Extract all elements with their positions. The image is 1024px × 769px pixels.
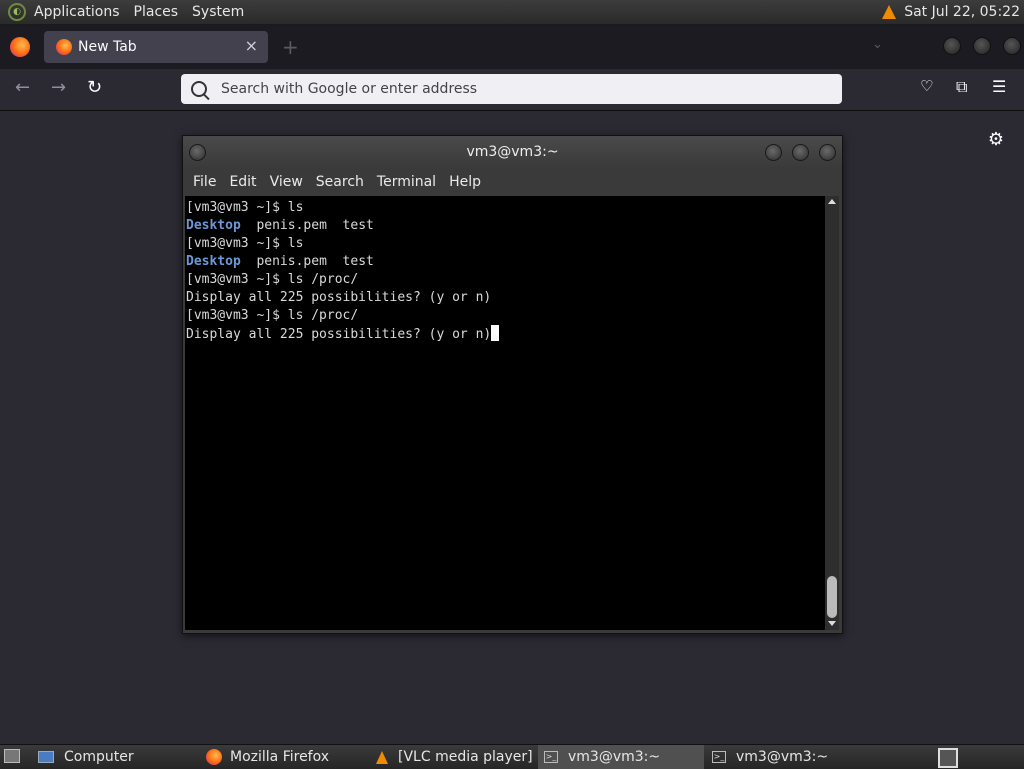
terminal-window[interactable]: vm3@vm3:~ File Edit View Search Terminal… xyxy=(182,135,843,634)
menu-edit[interactable]: Edit xyxy=(229,174,256,190)
vlc-icon xyxy=(376,750,388,764)
menu-search[interactable]: Search xyxy=(316,174,364,190)
menu-file[interactable]: File xyxy=(193,174,216,190)
terminal-line: penis.pem test xyxy=(240,254,374,269)
directory-name: Desktop xyxy=(186,218,241,233)
window-minimize-button[interactable] xyxy=(943,37,961,55)
taskbar-item-terminal-active[interactable]: >_ vm3@vm3:~ xyxy=(538,745,704,769)
taskbar-item-firefox[interactable]: Mozilla Firefox xyxy=(206,745,366,769)
terminal-title: vm3@vm3:~ xyxy=(466,144,559,160)
gear-icon[interactable]: ⚙ xyxy=(988,129,1004,150)
terminal-minimize-button[interactable] xyxy=(765,144,782,161)
search-icon xyxy=(191,81,207,97)
new-tab-button[interactable]: + xyxy=(282,35,299,59)
window-maximize-button[interactable] xyxy=(973,37,991,55)
top-panel: ◐ Applications Places System Sat Jul 22,… xyxy=(0,0,1024,25)
tab-new-tab[interactable]: New Tab × xyxy=(44,31,268,63)
taskbar-item-label: Mozilla Firefox xyxy=(230,749,330,765)
taskbar: Computer Mozilla Firefox [VLC media play… xyxy=(0,744,1024,769)
tab-close-icon[interactable]: × xyxy=(245,36,258,55)
scroll-up-arrow-icon[interactable] xyxy=(828,199,836,204)
terminal-maximize-button[interactable] xyxy=(792,144,809,161)
clock[interactable]: Sat Jul 22, 05:22 xyxy=(904,4,1020,20)
window-close-button[interactable] xyxy=(1003,37,1021,55)
firefox-view-icon[interactable] xyxy=(10,37,30,57)
terminal-line: Display all 225 possibilities? (y or n) xyxy=(186,327,492,342)
terminal-line: [vm3@vm3 ~]$ ls /proc/ xyxy=(186,308,359,323)
terminal-close-button[interactable] xyxy=(819,144,836,161)
browser-navbar: ← → ↻ ♡ ⧉ ☰ xyxy=(0,69,1024,111)
vlc-tray-icon[interactable] xyxy=(882,5,897,19)
scroll-down-arrow-icon[interactable] xyxy=(828,621,836,626)
computer-icon xyxy=(38,751,54,763)
terminal-line: [vm3@vm3 ~]$ ls xyxy=(186,200,304,215)
firefox-icon xyxy=(206,749,222,765)
hamburger-menu-icon[interactable]: ☰ xyxy=(992,77,1006,96)
directory-name: Desktop xyxy=(186,254,241,269)
terminal-line: Display all 225 possibilities? (y or n) xyxy=(186,290,492,305)
taskbar-item-vlc[interactable]: [VLC media player] xyxy=(376,745,536,769)
top-right-tray: Sat Jul 22, 05:22 xyxy=(882,0,1020,24)
menu-system[interactable]: System xyxy=(192,4,244,20)
url-bar[interactable] xyxy=(181,74,842,104)
taskbar-item-label: Computer xyxy=(64,749,134,765)
back-arrow-icon[interactable]: ← xyxy=(15,77,30,98)
forward-arrow-icon[interactable]: → xyxy=(51,77,66,98)
menu-terminal[interactable]: Terminal xyxy=(377,174,436,190)
terminal-line: [vm3@vm3 ~]$ ls /proc/ xyxy=(186,272,359,287)
menu-applications[interactable]: Applications xyxy=(34,4,120,20)
scroll-thumb[interactable] xyxy=(827,576,837,618)
terminal-window-menu-icon[interactable] xyxy=(189,144,206,161)
menu-view[interactable]: View xyxy=(270,174,303,190)
url-input[interactable] xyxy=(219,80,823,98)
taskbar-item-label: [VLC media player] xyxy=(398,749,533,765)
terminal-line: [vm3@vm3 ~]$ ls xyxy=(186,236,304,251)
menu-places[interactable]: Places xyxy=(134,4,179,20)
browser-tabbar: New Tab × + ⌄ xyxy=(0,25,1024,69)
terminal-output[interactable]: [vm3@vm3 ~]$ ls Desktop penis.pem test [… xyxy=(185,196,825,630)
workspace-switcher[interactable] xyxy=(938,748,958,768)
menu-help[interactable]: Help xyxy=(449,174,481,190)
taskbar-item-terminal[interactable]: >_ vm3@vm3:~ xyxy=(712,745,878,769)
terminal-icon: >_ xyxy=(712,751,726,763)
reload-icon[interactable]: ↻ xyxy=(87,77,102,98)
taskbar-item-label: vm3@vm3:~ xyxy=(568,749,661,765)
tab-title: New Tab xyxy=(78,39,137,55)
terminal-scrollbar[interactable] xyxy=(825,196,839,630)
distro-logo-icon[interactable]: ◐ xyxy=(8,3,26,21)
tab-favicon-icon xyxy=(56,39,72,55)
list-all-tabs-icon[interactable]: ⌄ xyxy=(872,37,883,52)
show-desktop-icon[interactable] xyxy=(4,749,20,763)
extensions-icon[interactable]: ⧉ xyxy=(956,77,967,97)
terminal-titlebar[interactable]: vm3@vm3:~ xyxy=(183,136,842,168)
terminal-menubar: File Edit View Search Terminal Help xyxy=(183,168,842,196)
taskbar-item-label: vm3@vm3:~ xyxy=(736,749,829,765)
taskbar-item-computer[interactable]: Computer xyxy=(38,745,198,769)
text-cursor xyxy=(491,325,500,341)
pocket-icon[interactable]: ♡ xyxy=(920,77,933,95)
terminal-line: penis.pem test xyxy=(240,218,374,233)
terminal-icon: >_ xyxy=(544,751,558,763)
